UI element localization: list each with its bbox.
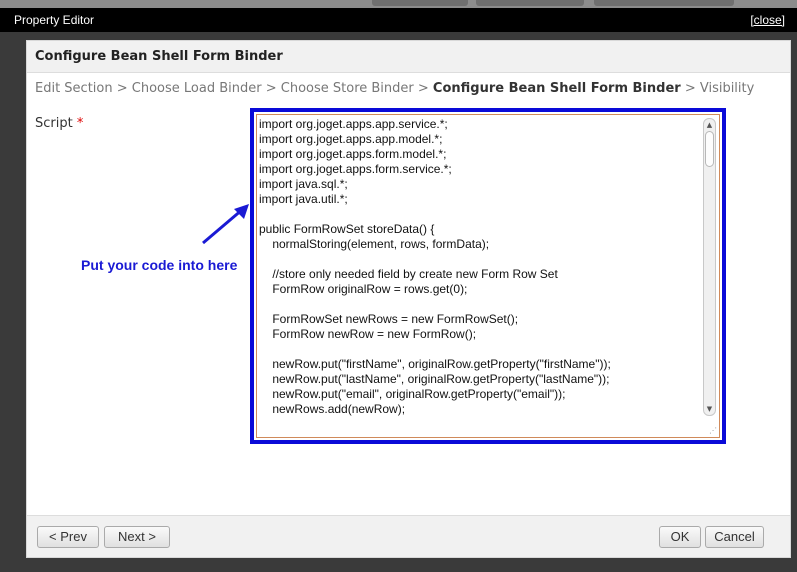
script-textarea[interactable]: import org.joget.apps.app.service.*; imp… (256, 114, 720, 438)
dialog-footer: < Prev Next > OK Cancel (27, 515, 790, 557)
step-visibility[interactable]: Visibility (700, 81, 754, 96)
prev-button[interactable]: < Prev (37, 526, 99, 548)
breadcrumb-separator: > (684, 81, 700, 96)
breadcrumb-separator: > (116, 81, 132, 96)
background-page-strip (0, 0, 797, 8)
annotation-hint: Put your code into here (81, 257, 238, 273)
dialog-titlebar: Property Editor [close] (0, 8, 797, 32)
required-marker: * (76, 116, 84, 131)
panel-title: Configure Bean Shell Form Binder (35, 49, 283, 64)
next-button[interactable]: Next > (104, 526, 170, 548)
background-button (476, 0, 584, 6)
resize-handle-icon[interactable]: ⋰ (709, 427, 717, 435)
breadcrumb-separator: > (417, 81, 433, 96)
background-button (372, 0, 468, 6)
breadcrumb: Edit Section > Choose Load Binder > Choo… (35, 81, 754, 96)
scroll-down-icon[interactable]: ▼ (704, 403, 715, 415)
script-label-text: Script (35, 116, 73, 131)
background-button (594, 0, 734, 6)
step-configure-bean-shell-form-binder: Configure Bean Shell Form Binder (432, 81, 681, 96)
arrow-up-right-icon (202, 204, 249, 245)
scroll-up-icon[interactable]: ▲ (704, 119, 715, 131)
cancel-button[interactable]: Cancel (705, 526, 764, 548)
script-field-label: Script * (35, 116, 83, 131)
breadcrumb-separator: > (265, 81, 281, 96)
dialog-title: Property Editor (14, 13, 95, 27)
ok-button[interactable]: OK (659, 526, 701, 548)
property-editor-dialog: Property Editor [close] Configure Bean S… (0, 8, 797, 572)
close-link[interactable]: [close] (750, 13, 785, 27)
vertical-scrollbar[interactable]: ▲ ▼ (703, 118, 716, 416)
step-edit-section[interactable]: Edit Section (35, 81, 113, 96)
panel-header: Configure Bean Shell Form Binder (27, 41, 790, 73)
step-choose-store-binder[interactable]: Choose Store Binder (281, 81, 414, 96)
step-choose-load-binder[interactable]: Choose Load Binder (132, 81, 262, 96)
script-code[interactable]: import org.joget.apps.app.service.*; imp… (259, 117, 699, 417)
editor-panel: Configure Bean Shell Form Binder Edit Se… (26, 40, 791, 558)
scrollbar-thumb[interactable] (705, 131, 714, 167)
